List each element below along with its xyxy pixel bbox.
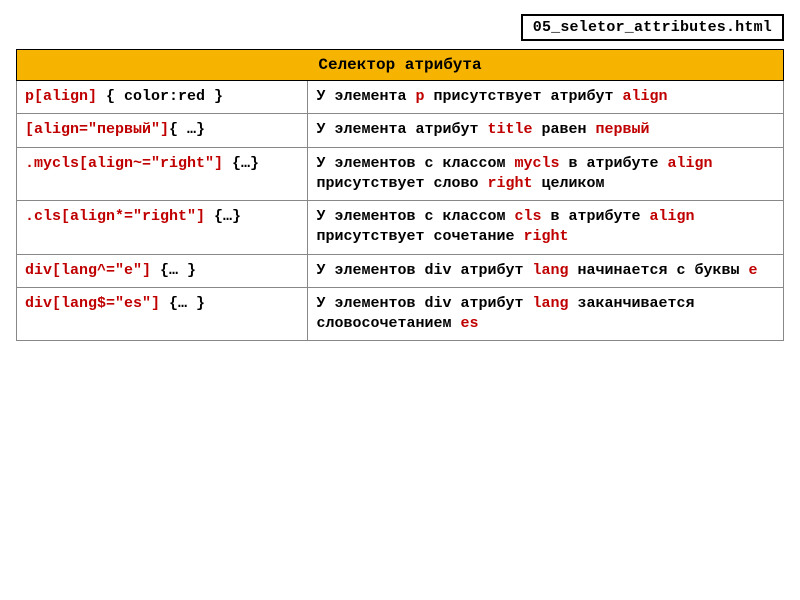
code-highlight: lang <box>533 295 569 312</box>
code-highlight: lang <box>533 262 569 279</box>
selector-cell: div[lang^="e"] {… } <box>17 254 308 287</box>
text-segment: {…} <box>205 208 241 225</box>
description-cell: У элемента p присутствует атрибут align <box>308 81 784 114</box>
text-segment: в атрибуте <box>542 208 650 225</box>
code-highlight: right <box>487 175 532 192</box>
table-body: p[align] { color:red }У элемента p прису… <box>17 81 784 341</box>
selector-cell: p[align] { color:red } <box>17 81 308 114</box>
code-highlight: .cls[align*="right"] <box>25 208 205 225</box>
code-highlight: cls <box>515 208 542 225</box>
text-segment: У элементов div атрибут <box>316 295 532 312</box>
selector-cell: .mycls[align~="right"] {…} <box>17 147 308 201</box>
selector-cell: div[lang$="es"] {… } <box>17 287 308 341</box>
filename-row: 05_seletor_attributes.html <box>16 14 784 41</box>
code-highlight: e <box>749 262 758 279</box>
table-row: p[align] { color:red }У элемента p прису… <box>17 81 784 114</box>
description-cell: У элемента атрибут title равен первый <box>308 114 784 147</box>
code-highlight: первый <box>596 121 650 138</box>
table-title: Селектор атрибута <box>17 50 784 81</box>
code-highlight: p[align] <box>25 88 97 105</box>
text-segment: У элементов с классом <box>316 208 514 225</box>
description-cell: У элементов div атрибут lang начинается … <box>308 254 784 287</box>
table-row: .cls[align*="right"] {…}У элементов с кл… <box>17 201 784 255</box>
text-segment: { color:red } <box>97 88 223 105</box>
attribute-selector-table: Селектор атрибута p[align] { color:red }… <box>16 49 784 341</box>
filename-box: 05_seletor_attributes.html <box>521 14 784 41</box>
code-highlight: align <box>650 208 695 225</box>
text-segment: {…} <box>223 155 259 172</box>
code-highlight: align <box>623 88 668 105</box>
text-segment: {… } <box>151 262 196 279</box>
selector-cell: [align="первый"]{ …} <box>17 114 308 147</box>
code-highlight: [align="первый"] <box>25 121 169 138</box>
text-segment: У элементов с классом <box>316 155 514 172</box>
text-segment: присутствует слово <box>316 175 487 192</box>
text-segment: У элемента <box>316 88 415 105</box>
description-cell: У элементов с классом mycls в атрибуте a… <box>308 147 784 201</box>
table-row: .mycls[align~="right"] {…}У элементов с … <box>17 147 784 201</box>
code-highlight: align <box>668 155 713 172</box>
code-highlight: es <box>460 315 478 332</box>
text-segment: присутствует атрибут <box>425 88 623 105</box>
code-highlight: p <box>415 88 424 105</box>
code-highlight: div[lang^="e"] <box>25 262 151 279</box>
text-segment: У элемента атрибут <box>316 121 487 138</box>
table-row: div[lang$="es"] {… }У элементов div атри… <box>17 287 784 341</box>
table-row: [align="первый"]{ …}У элемента атрибут t… <box>17 114 784 147</box>
text-segment: в атрибуте <box>560 155 668 172</box>
text-segment: равен <box>533 121 596 138</box>
text-segment: { …} <box>169 121 205 138</box>
code-highlight: div[lang$="es"] <box>25 295 160 312</box>
description-cell: У элементов с классом cls в атрибуте ali… <box>308 201 784 255</box>
table-row: div[lang^="e"] {… }У элементов div атриб… <box>17 254 784 287</box>
text-segment: целиком <box>533 175 605 192</box>
code-highlight: mycls <box>515 155 560 172</box>
description-cell: У элементов div атрибут lang заканчивает… <box>308 287 784 341</box>
text-segment: У элементов div атрибут <box>316 262 532 279</box>
slide-canvas: 05_seletor_attributes.html Селектор атри… <box>0 0 800 600</box>
text-segment: {… } <box>160 295 205 312</box>
code-highlight: .mycls[align~="right"] <box>25 155 223 172</box>
text-segment: присутствует сочетание <box>316 228 523 245</box>
code-highlight: right <box>524 228 569 245</box>
text-segment: начинается с буквы <box>569 262 749 279</box>
selector-cell: .cls[align*="right"] {…} <box>17 201 308 255</box>
code-highlight: title <box>487 121 532 138</box>
